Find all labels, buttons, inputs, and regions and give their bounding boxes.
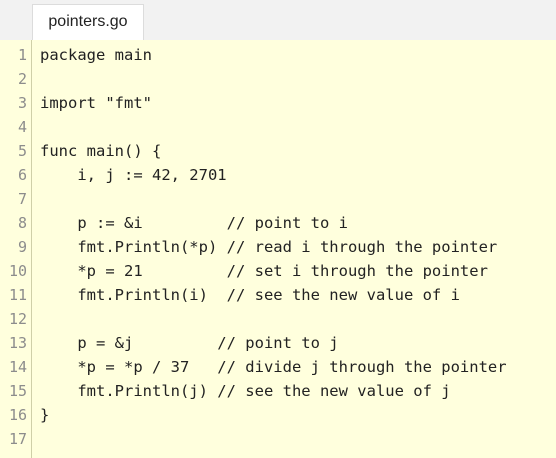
line-number: 12	[8, 310, 27, 328]
code-line[interactable]: }	[40, 403, 49, 427]
line-number: 14	[8, 358, 27, 376]
tab-bar: pointers.go	[0, 0, 556, 40]
code-line[interactable]: import "fmt"	[40, 91, 152, 115]
line-number: 16	[8, 406, 27, 424]
line-number: 6	[17, 166, 27, 184]
code-editor[interactable]: 1 2 3 4 5 6 7 8 9 10 11 12 13 14 15 16 1…	[0, 40, 556, 458]
code-line[interactable]: fmt.Println(j) // see the new value of j	[40, 379, 450, 403]
line-number: 1	[17, 46, 27, 64]
code-line[interactable]: *p = 21 // set i through the pointer	[40, 259, 488, 283]
code-line[interactable]: package main	[40, 43, 152, 67]
code-line[interactable]: p := &i // point to i	[40, 211, 348, 235]
line-number: 3	[17, 94, 27, 112]
code-line[interactable]: *p = *p / 37 // divide j through the poi…	[40, 355, 506, 379]
line-number: 4	[17, 118, 27, 136]
code-line[interactable]: fmt.Println(*p) // read i through the po…	[40, 235, 497, 259]
code-line[interactable]: i, j := 42, 2701	[40, 163, 226, 187]
tab-pointers-go[interactable]: pointers.go	[32, 4, 144, 40]
code-line[interactable]: p = &j // point to j	[40, 331, 338, 355]
line-number: 17	[8, 430, 27, 448]
code-line[interactable]: fmt.Println(i) // see the new value of i	[40, 283, 460, 307]
line-number: 8	[17, 214, 27, 232]
line-number: 9	[17, 238, 27, 256]
line-number: 13	[8, 334, 27, 352]
line-number-gutter: 1 2 3 4 5 6 7 8 9 10 11 12 13 14 15 16 1…	[0, 40, 32, 458]
line-number: 10	[8, 262, 27, 280]
line-number: 11	[8, 286, 27, 304]
code-line[interactable]: func main() {	[40, 139, 161, 163]
line-number: 5	[17, 142, 27, 160]
line-number: 2	[17, 70, 27, 88]
line-number: 15	[8, 382, 27, 400]
line-number: 7	[17, 190, 27, 208]
